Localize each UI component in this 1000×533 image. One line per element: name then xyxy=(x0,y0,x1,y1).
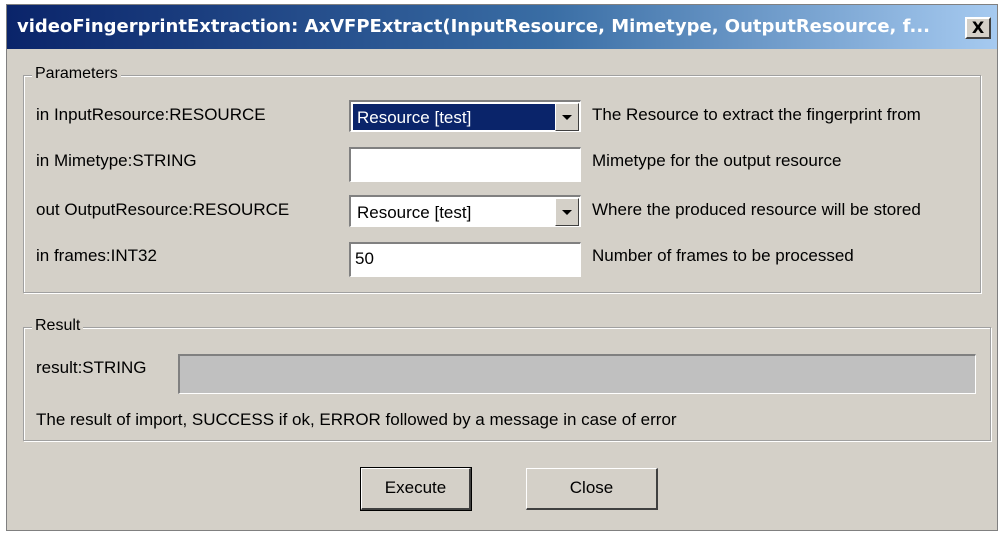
mimetype-description: Mimetype for the output resource xyxy=(592,151,842,170)
close-window-button[interactable]: X xyxy=(965,17,991,39)
input-resource-label: in InputResource:RESOURCE xyxy=(36,105,266,124)
mimetype-input[interactable] xyxy=(349,147,581,182)
output-resource-label: out OutputResource:RESOURCE xyxy=(36,200,290,219)
result-field xyxy=(178,354,976,394)
output-resource-value: Resource [test] xyxy=(357,203,472,222)
input-resource-dropdown-button[interactable] xyxy=(555,103,579,131)
result-group: Result result:STRING The result of impor… xyxy=(23,317,991,441)
window-title: videoFingerprintExtraction: AxVFPExtract… xyxy=(17,16,931,37)
title-bar[interactable]: videoFingerprintExtraction: AxVFPExtract… xyxy=(7,5,997,49)
output-resource-select[interactable]: Resource [test] xyxy=(349,195,581,227)
frames-description: Number of frames to be processed xyxy=(592,246,854,265)
input-resource-select[interactable]: Resource [test] xyxy=(349,100,581,132)
frames-input[interactable]: 50 xyxy=(349,242,581,277)
dialog-window: videoFingerprintExtraction: AxVFPExtract… xyxy=(6,4,998,531)
input-resource-description: The Resource to extract the fingerprint … xyxy=(592,105,921,124)
result-description: The result of import, SUCCESS if ok, ERR… xyxy=(36,410,677,429)
execute-button[interactable]: Execute xyxy=(360,467,472,511)
parameters-legend: Parameters xyxy=(32,65,121,83)
chevron-down-icon xyxy=(562,210,572,215)
output-resource-dropdown-button[interactable] xyxy=(555,198,579,226)
mimetype-label: in Mimetype:STRING xyxy=(36,151,197,170)
parameters-group: Parameters in InputResource:RESOURCE Res… xyxy=(23,65,981,293)
input-resource-value: Resource [test] xyxy=(353,104,555,130)
close-icon: X xyxy=(971,18,985,37)
close-button[interactable]: Close xyxy=(526,468,658,510)
result-legend: Result xyxy=(32,317,84,335)
result-label: result:STRING xyxy=(36,358,147,377)
output-resource-description: Where the produced resource will be stor… xyxy=(592,200,921,219)
chevron-down-icon xyxy=(562,115,572,120)
frames-label: in frames:INT32 xyxy=(36,246,157,265)
